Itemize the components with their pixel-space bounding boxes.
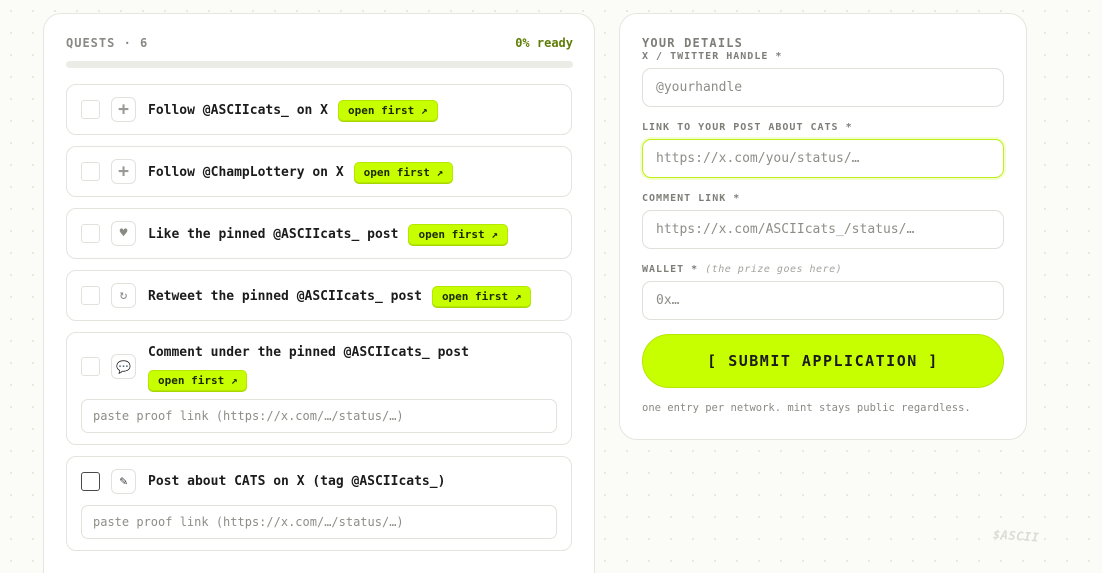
handle-label: X / TWITTER HANDLE *: [642, 51, 782, 62]
wallet-input[interactable]: [642, 281, 1004, 320]
quest-label: Comment under the pinned @ASCIIcats_ pos…: [148, 345, 469, 360]
comment-icon: 💬: [111, 354, 136, 379]
quest-label: Follow @ASCIIcats_ on X: [148, 103, 329, 118]
post-link-label-text: LINK TO YOUR POST ABOUT CATS *: [642, 122, 853, 133]
quest-follow-champlottery: + Follow @ChampLottery on X open first ↗: [66, 146, 572, 197]
quest-checkbox[interactable]: [81, 286, 100, 305]
ascii-watermark: $ASCII: [992, 527, 1040, 545]
open-first-link[interactable]: open first ↗: [431, 286, 532, 307]
quest-content: Follow @ChampLottery on X open first ↗: [148, 162, 454, 183]
quests-title: QUESTS · 6: [66, 36, 149, 50]
quest-checkbox[interactable]: [81, 224, 100, 243]
quests-header: QUESTS · 6 0% ready: [66, 36, 573, 50]
quests-panel: QUESTS · 6 0% ready + Follow @ASCIIcats_…: [43, 13, 595, 573]
quest-content: Follow @ASCIIcats_ on X open first ↗: [148, 100, 438, 121]
post-link-label: LINK TO YOUR POST ABOUT CATS *: [642, 122, 853, 133]
proof-link-input[interactable]: [81, 399, 557, 433]
quest-follow-asciicats: + Follow @ASCIIcats_ on X open first ↗: [66, 84, 572, 135]
post-link-input[interactable]: [642, 139, 1004, 178]
quest-like-pinned-post: ♥ Like the pinned @ASCIIcats_ post open …: [66, 208, 572, 259]
wallet-label: WALLET * (the prize goes here): [642, 264, 842, 275]
comment-link-label-text: COMMENT LINK *: [642, 193, 741, 204]
quest-content: Post about CATS on X (tag @ASCIIcats_): [148, 474, 445, 489]
quest-badge-row: open first ↗: [148, 369, 248, 391]
ready-percentage: 0% ready: [515, 36, 573, 50]
quest-content: Like the pinned @ASCIIcats_ post open fi…: [148, 224, 508, 245]
quest-content: Retweet the pinned @ASCIIcats_ post open…: [148, 286, 532, 307]
details-panel: YOUR DETAILS X / TWITTER HANDLE * LINK T…: [619, 13, 1027, 440]
fine-print: one entry per network. mint stays public…: [642, 402, 971, 414]
quest-checkbox[interactable]: [81, 100, 100, 119]
open-first-link[interactable]: open first ↗: [353, 162, 454, 183]
quests-progress-bar: [66, 61, 573, 68]
plus-icon: +: [111, 159, 136, 184]
quest-post-about-cats: ✎ Post about CATS on X (tag @ASCIIcats_): [66, 456, 572, 551]
proof-link-input[interactable]: [81, 505, 557, 539]
details-title: YOUR DETAILS: [642, 36, 744, 50]
quest-label: Post about CATS on X (tag @ASCIIcats_): [148, 474, 446, 489]
handle-input[interactable]: [642, 68, 1004, 107]
wallet-label-text: WALLET *: [642, 264, 699, 275]
heart-icon: ♥: [111, 221, 136, 246]
open-first-link[interactable]: open first ↗: [338, 100, 438, 121]
quest-label: Like the pinned @ASCIIcats_ post: [148, 227, 399, 242]
quest-checkbox[interactable]: [81, 357, 100, 376]
quest-comment-pinned-post: 💬 Comment under the pinned @ASCIIcats_ p…: [66, 332, 572, 445]
comment-link-label: COMMENT LINK *: [642, 193, 740, 204]
quest-label: Follow @ChampLottery on X: [148, 165, 344, 180]
open-first-link[interactable]: open first ↗: [408, 224, 508, 245]
plus-icon: +: [111, 97, 136, 122]
quest-label: Retweet the pinned @ASCIIcats_ post: [148, 289, 422, 304]
submit-application-button[interactable]: [ SUBMIT APPLICATION ]: [642, 334, 1004, 388]
open-first-link[interactable]: open first ↗: [148, 370, 248, 391]
quest-retweet-pinned-post: ↻ Retweet the pinned @ASCIIcats_ post op…: [66, 270, 572, 321]
handle-label-text: X / TWITTER HANDLE *: [642, 51, 783, 62]
comment-link-input[interactable]: [642, 210, 1004, 249]
retweet-icon: ↻: [111, 283, 136, 308]
wallet-hint: (the prize goes here): [705, 264, 843, 275]
quest-content: Comment under the pinned @ASCIIcats_ pos…: [148, 345, 469, 360]
quest-checkbox[interactable]: [81, 162, 100, 181]
quest-checkbox[interactable]: [81, 472, 100, 491]
pencil-icon: ✎: [111, 469, 136, 494]
